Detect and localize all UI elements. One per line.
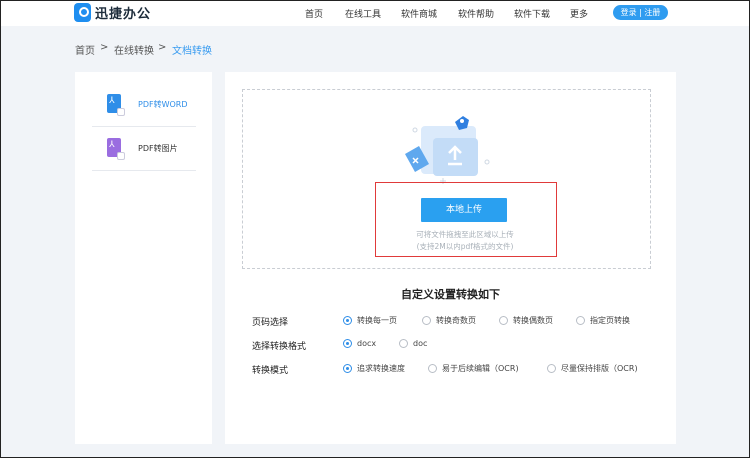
sidebar-divider xyxy=(92,126,196,127)
sidebar-item-pdf-to-word[interactable]: PDF转WORD xyxy=(92,84,196,126)
radio-format-doc[interactable]: doc xyxy=(399,339,427,348)
option-label: doc xyxy=(413,339,428,348)
word-badge-icon xyxy=(117,108,125,116)
sidebar-item-pdf-to-image[interactable]: PDF转图片 xyxy=(92,128,196,170)
radio-icon xyxy=(576,316,585,325)
sidebar: PDF转WORD PDF转图片 xyxy=(75,72,212,444)
option-label: 追求转换速度 xyxy=(357,364,405,373)
radio-mode-layout-ocr[interactable]: 尽量保持排版（OCR) xyxy=(547,363,638,374)
breadcrumb-separator: > xyxy=(100,42,109,53)
brand-logo[interactable]: 迅捷办公 xyxy=(74,3,151,22)
breadcrumb-home[interactable]: 首页 xyxy=(75,42,95,57)
nav-home[interactable]: 首页 xyxy=(305,7,323,20)
option-label: 易于后续编辑（OCR) xyxy=(442,364,519,373)
sidebar-item-label: PDF转图片 xyxy=(138,144,178,153)
login-register-button[interactable]: 登录 | 注册 xyxy=(613,5,668,20)
conversion-mode-label: 转换模式 xyxy=(252,366,289,376)
radio-convert-odd-pages[interactable]: 转换奇数页 xyxy=(422,315,476,326)
upload-hint-limit: (支持2M以内pdf格式的文件) xyxy=(416,242,514,251)
option-label: 转换偶数页 xyxy=(513,316,553,325)
radio-selected-icon xyxy=(343,339,352,348)
nav-software-download[interactable]: 软件下载 xyxy=(514,7,550,20)
radio-selected-icon xyxy=(343,364,352,373)
radio-icon xyxy=(422,316,431,325)
top-header: 迅捷办公 首页 在线工具 软件商城 软件帮助 软件下载 更多 登录 | 注册 xyxy=(0,0,750,26)
radio-mode-editable-ocr[interactable]: 易于后续编辑（OCR) xyxy=(428,363,519,374)
nav-software-help[interactable]: 软件帮助 xyxy=(458,7,494,20)
nav-online-tools[interactable]: 在线工具 xyxy=(345,7,381,20)
radio-convert-every-page[interactable]: 转换每一页 xyxy=(343,315,397,326)
option-label: docx xyxy=(357,339,377,348)
radio-specify-pages[interactable]: 指定页转换 xyxy=(576,315,630,326)
sidebar-divider xyxy=(92,170,196,171)
option-label: 指定页转换 xyxy=(590,316,630,325)
radio-icon xyxy=(428,364,437,373)
main-panel: 本地上传 可将文件拖拽至此区域以上传 (支持2M以内pdf格式的文件) 自定义设… xyxy=(225,72,676,444)
sidebar-item-label: PDF转WORD xyxy=(138,100,188,109)
nav-software-store[interactable]: 软件商城 xyxy=(401,7,437,20)
upload-illustration-icon xyxy=(405,116,490,184)
file-drop-zone[interactable]: 本地上传 可将文件拖拽至此区域以上传 (支持2M以内pdf格式的文件) xyxy=(242,89,651,269)
local-upload-button[interactable]: 本地上传 xyxy=(421,198,507,222)
format-selection-label: 选择转换格式 xyxy=(252,342,307,352)
option-label: 转换每一页 xyxy=(357,316,397,325)
radio-icon xyxy=(547,364,556,373)
logo-icon xyxy=(74,3,91,22)
radio-format-docx[interactable]: docx xyxy=(343,339,376,348)
breadcrumb-separator: > xyxy=(158,42,167,53)
radio-icon xyxy=(399,339,408,348)
radio-convert-even-pages[interactable]: 转换偶数页 xyxy=(499,315,553,326)
breadcrumb-document-convert: 文档转换 xyxy=(172,46,212,57)
nav-more[interactable]: 更多 xyxy=(570,7,588,20)
image-badge-icon xyxy=(117,152,125,160)
radio-icon xyxy=(499,316,508,325)
page-selection-label: 页码选择 xyxy=(252,318,289,328)
option-label: 尽量保持排版（OCR) xyxy=(561,364,638,373)
breadcrumb-online-convert[interactable]: 在线转换 xyxy=(114,42,154,57)
radio-selected-icon xyxy=(343,316,352,325)
settings-title: 自定义设置转换如下 xyxy=(401,288,500,301)
upload-highlight-box: 本地上传 可将文件拖拽至此区域以上传 (支持2M以内pdf格式的文件) xyxy=(375,182,557,257)
radio-mode-speed[interactable]: 追求转换速度 xyxy=(343,363,405,374)
option-label: 转换奇数页 xyxy=(436,316,476,325)
upload-hint-drag: 可将文件拖拽至此区域以上传 xyxy=(416,230,514,239)
logo-text: 迅捷办公 xyxy=(95,7,152,22)
